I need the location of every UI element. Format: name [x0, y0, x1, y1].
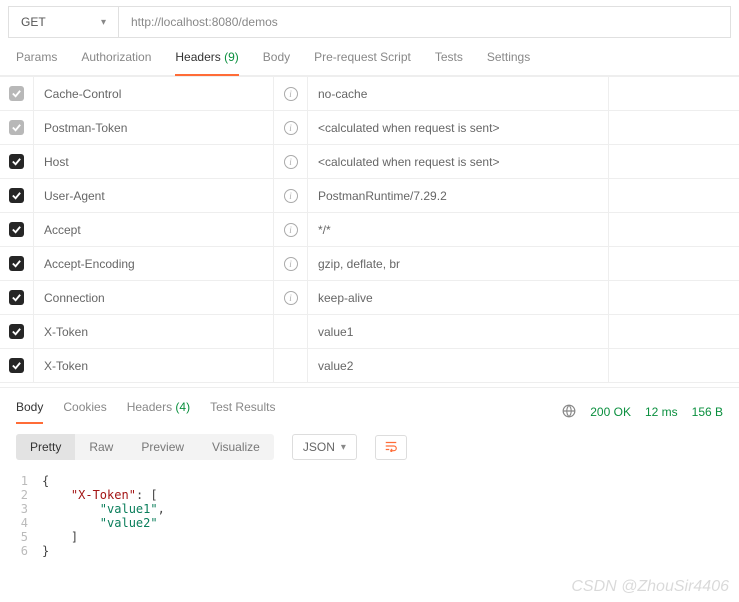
code-text: { — [42, 474, 49, 488]
header-value-input[interactable]: gzip, deflate, br — [308, 247, 609, 280]
resp-tab-headers[interactable]: Headers (4) — [127, 400, 190, 424]
resp-tab-cookies[interactable]: Cookies — [63, 400, 106, 424]
chevron-down-icon: ▾ — [341, 442, 346, 453]
wrap-lines-button[interactable] — [375, 435, 407, 460]
resp-tab-headers-count: (4) — [175, 400, 190, 414]
view-mode-visualize[interactable]: Visualize — [198, 434, 274, 460]
line-number: 3 — [0, 502, 42, 516]
header-enabled-checkbox[interactable] — [9, 324, 24, 339]
tab-authorization[interactable]: Authorization — [81, 50, 151, 75]
header-value-input[interactable]: */* — [308, 213, 609, 246]
header-key-input[interactable]: Accept-Encoding — [34, 247, 274, 280]
resp-tab-headers-label: Headers — [127, 400, 172, 414]
code-text: "value1", — [42, 502, 165, 516]
info-icon[interactable]: i — [284, 189, 298, 203]
header-value-input[interactable]: value2 — [308, 349, 609, 382]
header-value-input[interactable]: <calculated when request is sent> — [308, 111, 609, 144]
line-number: 4 — [0, 516, 42, 530]
header-value-input[interactable]: keep-alive — [308, 281, 609, 314]
header-key-input[interactable]: Postman-Token — [34, 111, 274, 144]
header-key-input[interactable]: Host — [34, 145, 274, 178]
info-icon[interactable]: i — [284, 121, 298, 135]
header-enabled-checkbox[interactable] — [9, 256, 24, 271]
tab-headers-count: (9) — [224, 50, 239, 64]
watermark: CSDN @ZhouSir4406 — [571, 578, 729, 596]
view-mode-raw[interactable]: Raw — [75, 434, 127, 460]
tab-prerequest[interactable]: Pre-request Script — [314, 50, 411, 75]
line-number: 1 — [0, 474, 42, 488]
url-input[interactable]: http://localhost:8080/demos — [119, 7, 730, 37]
info-icon[interactable]: i — [284, 155, 298, 169]
resp-tab-body[interactable]: Body — [16, 400, 43, 424]
table-row: Accept-Encoding i gzip, deflate, br — [0, 247, 739, 281]
chevron-down-icon: ▾ — [101, 17, 106, 28]
response-meta: 200 OK 12 ms 156 B — [562, 400, 723, 424]
table-row: Cache-Control i no-cache — [0, 77, 739, 111]
code-text: } — [42, 544, 49, 558]
header-enabled-checkbox[interactable] — [9, 222, 24, 237]
response-size: 156 B — [692, 405, 723, 419]
headers-table: Cache-Control i no-cache Postman-Token i <cal… — [0, 76, 739, 383]
table-row: X-Token value2 — [0, 349, 739, 383]
header-enabled-checkbox[interactable] — [9, 188, 24, 203]
code-text: "value2" — [42, 516, 158, 530]
view-mode-preview[interactable]: Preview — [127, 434, 198, 460]
status-code: 200 OK — [590, 405, 631, 419]
tab-tests[interactable]: Tests — [435, 50, 463, 75]
response-body[interactable]: 1{ 2 "X-Token": [ 3 "value1", 4 "value2"… — [0, 470, 739, 578]
view-mode-pretty[interactable]: Pretty — [16, 434, 75, 460]
header-value-input[interactable]: no-cache — [308, 77, 609, 110]
tab-settings[interactable]: Settings — [487, 50, 530, 75]
header-value-input[interactable]: <calculated when request is sent> — [308, 145, 609, 178]
header-enabled-checkbox[interactable] — [9, 290, 24, 305]
tab-headers[interactable]: Headers (9) — [175, 50, 238, 76]
line-number: 5 — [0, 530, 42, 544]
resp-tab-test-results[interactable]: Test Results — [210, 400, 275, 424]
globe-icon[interactable] — [562, 404, 576, 421]
http-method-label: GET — [21, 15, 46, 29]
tab-params[interactable]: Params — [16, 50, 57, 75]
table-row: Connection i keep-alive — [0, 281, 739, 315]
format-select[interactable]: JSON ▾ — [292, 434, 357, 460]
info-icon[interactable]: i — [284, 291, 298, 305]
line-number: 6 — [0, 544, 42, 558]
header-key-input[interactable]: Accept — [34, 213, 274, 246]
response-controls: Pretty Raw Preview Visualize JSON ▾ — [0, 424, 739, 470]
response-bar: Body Cookies Headers (4) Test Results 20… — [0, 387, 739, 424]
header-enabled-checkbox[interactable] — [9, 86, 24, 101]
header-key-input[interactable]: Cache-Control — [34, 77, 274, 110]
table-row: X-Token value1 — [0, 315, 739, 349]
view-modes: Pretty Raw Preview Visualize — [16, 434, 274, 460]
info-icon[interactable]: i — [284, 87, 298, 101]
table-row: Postman-Token i <calculated when request i… — [0, 111, 739, 145]
header-enabled-checkbox[interactable] — [9, 154, 24, 169]
line-number: 2 — [0, 488, 42, 502]
info-icon[interactable]: i — [284, 223, 298, 237]
request-bar: GET ▾ http://localhost:8080/demos — [8, 6, 731, 38]
request-tabs: Params Authorization Headers (9) Body Pr… — [0, 38, 739, 76]
header-key-input[interactable]: Connection — [34, 281, 274, 314]
code-text: ] — [42, 530, 78, 544]
format-label: JSON — [303, 440, 335, 454]
table-row: Accepti */* — [0, 213, 739, 247]
table-row: Hosti <calculated when request is sent> — [0, 145, 739, 179]
tab-body[interactable]: Body — [263, 50, 290, 75]
header-enabled-checkbox[interactable] — [9, 120, 24, 135]
header-key-input[interactable]: User-Agent — [34, 179, 274, 212]
code-text: "X-Token": [ — [42, 488, 158, 502]
header-key-input[interactable]: X-Token — [34, 349, 274, 382]
response-time: 12 ms — [645, 405, 678, 419]
header-value-input[interactable]: value1 — [308, 315, 609, 348]
http-method-select[interactable]: GET ▾ — [9, 7, 119, 37]
header-value-input[interactable]: PostmanRuntime/7.29.2 — [308, 179, 609, 212]
header-key-input[interactable]: X-Token — [34, 315, 274, 348]
info-icon[interactable]: i — [284, 257, 298, 271]
tab-headers-label: Headers — [175, 50, 220, 64]
table-row: User-Agent i PostmanRuntime/7.29.2 — [0, 179, 739, 213]
header-enabled-checkbox[interactable] — [9, 358, 24, 373]
response-tabs: Body Cookies Headers (4) Test Results — [16, 400, 275, 424]
